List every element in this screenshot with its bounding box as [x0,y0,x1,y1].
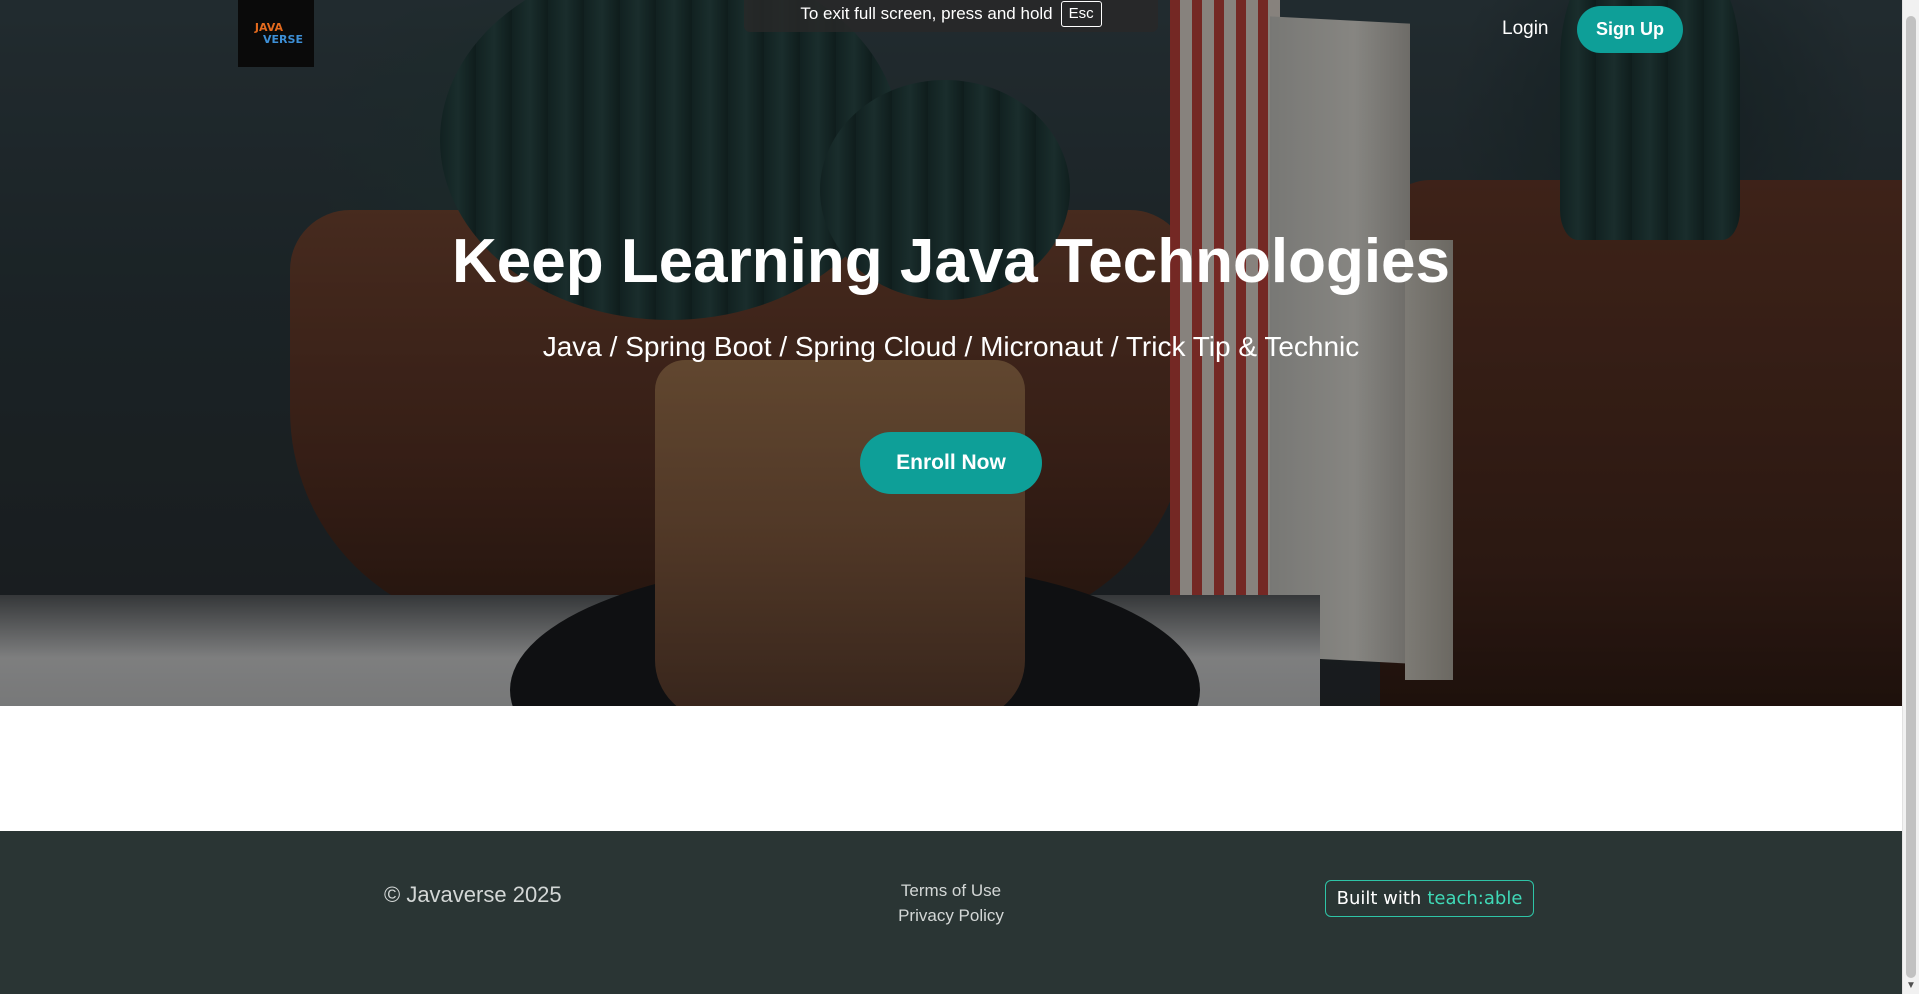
scrollbar-thumb[interactable] [1906,16,1916,978]
built-with-teachable-badge[interactable]: Built with teach:able [1325,880,1534,917]
enroll-now-button[interactable]: Enroll Now [860,432,1042,494]
hero-subtitle: Java / Spring Boot / Spring Cloud / Micr… [542,331,1360,362]
privacy-policy-link[interactable]: Privacy Policy [898,904,1004,927]
logo-text-java: JAVA [254,20,284,34]
site-logo[interactable]: JAVA VERSE [238,0,314,67]
terms-of-use-link[interactable]: Terms of Use [901,879,1001,902]
badge-text: Built with [1336,888,1422,909]
scroll-down-arrow-icon[interactable]: ▼ [1905,980,1917,992]
fullscreen-exit-notice: To exit full screen, press and hold Esc [744,0,1158,32]
footer-links: Terms of Use Privacy Policy [0,879,1902,927]
esc-key-hint: Esc [1060,1,1102,27]
teachable-logo-text: teach:able [1427,888,1523,909]
logo-text-verse: VERSE [263,32,303,46]
fullscreen-notice-text: To exit full screen, press and hold [800,4,1053,23]
page-scrollbar[interactable]: ▼ [1902,0,1919,994]
hero-title: Keep Learning Java Technologies [451,227,1451,296]
hero-section: JAVA VERSE To exit full screen, press an… [0,0,1902,706]
site-footer: © Javaverse 2025 Terms of Use Privacy Po… [0,831,1902,994]
login-link[interactable]: Login [1502,16,1549,42]
signup-button[interactable]: Sign Up [1577,6,1683,53]
